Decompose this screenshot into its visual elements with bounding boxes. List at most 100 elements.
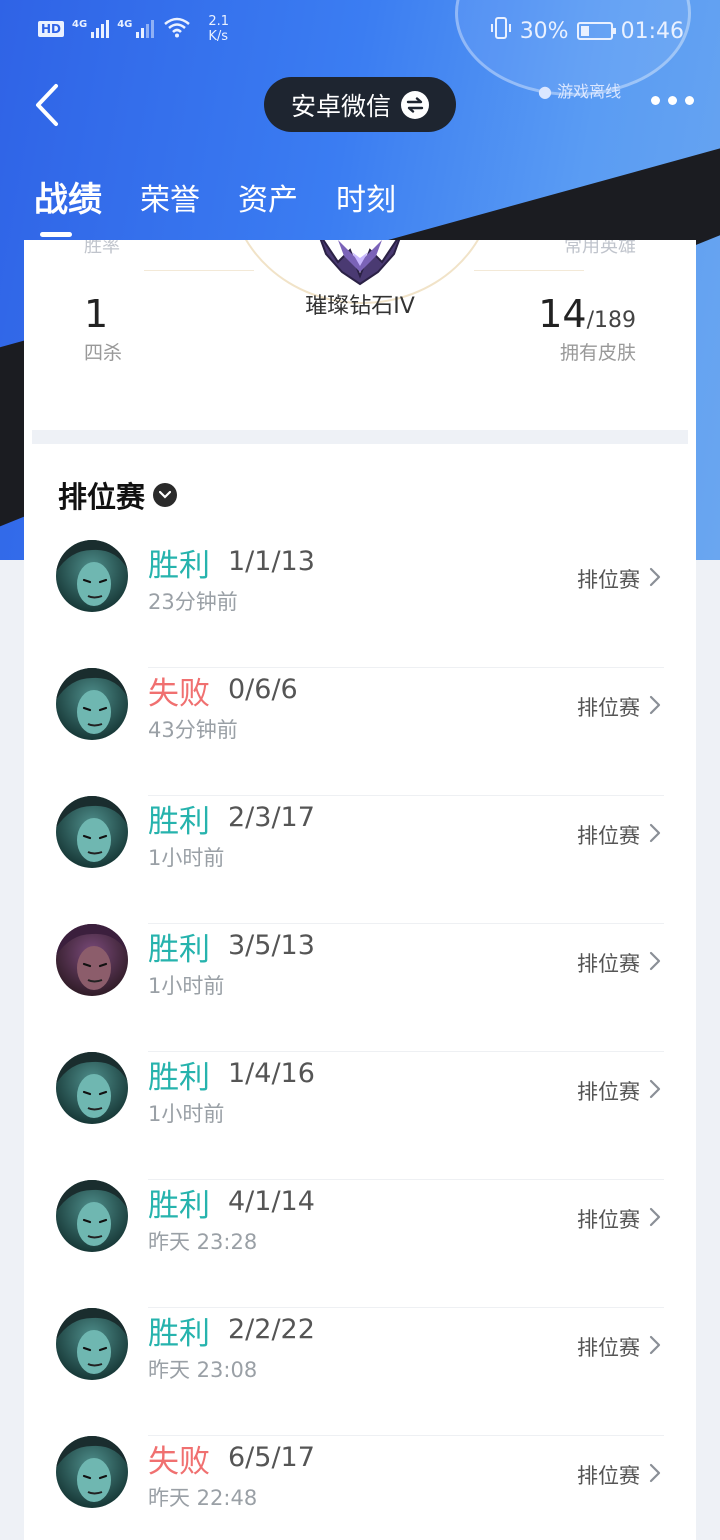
match-result: 胜利 [148,548,210,584]
match-time: 昨天 23:28 [148,1230,258,1254]
match-mode: 排位赛 [577,1464,640,1488]
hero-avatar [56,668,128,740]
hd-badge: HD [38,21,65,37]
match-kda: 2/3/17 [228,802,315,833]
signal-icon [91,20,110,38]
quadra-kills-value: 1 [84,292,109,336]
back-arrow-icon [36,84,58,126]
match-time: 1小时前 [148,1102,225,1126]
chevron-down-icon [153,483,178,507]
match-result: 胜利 [148,804,210,840]
match-row[interactable]: 胜利 4/1/14 昨天 23:28 排位赛 [24,1180,696,1308]
match-kda: 4/1/14 [228,1186,315,1217]
match-row[interactable]: 胜利 1/4/16 1小时前 排位赛 [24,1052,696,1180]
battery-icon [576,22,616,40]
skins-total: /189 [586,308,636,333]
match-list: 胜利 1/1/13 23分钟前 排位赛 失败 0/6/6 43分钟前 排位赛 胜… [24,540,696,1540]
match-row[interactable]: 胜利 2/3/17 1小时前 排位赛 [24,796,696,924]
account-label: 安卓微信 [290,91,391,121]
status-bar: HD 4G 4G 2.1 K/s 30% 01:46 [0,0,720,60]
match-kda: 1/4/16 [228,1058,315,1089]
game-online-status: ● 游戏离线 [538,78,621,102]
match-result: 胜利 [148,1188,210,1224]
skins-stat[interactable]: 14/189 拥有皮肤 [538,292,636,365]
more-dot [668,96,677,105]
more-button[interactable] [651,96,694,105]
hero-avatar [56,1436,128,1508]
match-kda: 3/5/13 [228,930,315,961]
tab-record[interactable]: 战绩 [34,172,102,237]
hero-avatar [56,1180,128,1252]
signal-icon [136,20,155,38]
battery-level [580,26,589,36]
match-mode: 排位赛 [577,1208,640,1232]
chevron-right-icon [649,695,661,715]
chevron-right-icon [649,567,661,587]
hero-avatar [56,540,128,612]
match-result: 胜利 [148,932,210,968]
quadra-kills-stat: 1 四杀 [84,292,122,365]
match-mode: 排位赛 [577,1080,640,1104]
hero-avatar [56,1308,128,1380]
match-result: 失败 [148,1444,210,1480]
chevron-right-icon [649,1463,661,1483]
match-type-selector[interactable]: 排位赛 [58,474,178,516]
status-dot-icon: ● [538,82,552,101]
match-row[interactable]: 胜利 2/2/22 昨天 23:08 排位赛 [24,1308,696,1436]
match-time: 43分钟前 [148,718,238,742]
match-mode: 排位赛 [577,952,640,976]
section-divider [32,430,688,444]
match-result: 失败 [148,676,210,712]
win-rate-label: 胜率 [84,240,120,257]
hero-avatar [56,924,128,996]
chevron-right-icon [649,1207,661,1227]
hero-avatar [56,796,128,868]
match-time: 1小时前 [148,846,225,870]
back-button[interactable] [28,80,68,130]
chevron-right-icon [649,1079,661,1099]
match-time: 昨天 22:48 [148,1486,258,1510]
match-row[interactable]: 胜利 3/5/13 1小时前 排位赛 [24,924,696,1052]
network-speed: 2.1 K/s [208,14,229,44]
network-type-1: 4G [72,18,88,30]
hero-avatar [56,1052,128,1124]
match-kda: 6/5/17 [228,1442,315,1473]
tab-honor[interactable]: 荣誉 [140,175,200,224]
diamond-rank-emblem-icon [319,240,401,286]
match-mode: 排位赛 [577,696,640,720]
quadra-kills-label: 四杀 [84,342,123,364]
more-dot [685,96,694,105]
match-result: 胜利 [148,1060,210,1096]
network-speed-unit: K/s [208,29,229,44]
switch-icon [401,90,429,119]
match-row[interactable]: 失败 0/6/6 43分钟前 排位赛 [24,668,696,796]
network-type-2: 4G [117,18,133,30]
tab-moments[interactable]: 时刻 [336,175,396,224]
network-speed-value: 2.1 [208,14,230,29]
chevron-right-icon [649,951,661,971]
match-row[interactable]: 失败 6/5/17 昨天 22:48 排位赛 [24,1436,696,1540]
record-card: 胜率 常用英雄 璀璨钻石IV 1 四杀 14/189 拥有皮肤 排位赛 胜利 1… [24,240,696,1540]
section-title: 排位赛 [58,480,146,514]
match-row[interactable]: 胜利 1/1/13 23分钟前 排位赛 [24,540,696,668]
match-kda: 1/1/13 [228,546,315,577]
match-time: 23分钟前 [148,590,238,614]
chevron-right-icon [649,823,661,843]
match-time: 1小时前 [148,974,225,998]
stats-panel: 胜率 常用英雄 璀璨钻石IV 1 四杀 14/189 拥有皮肤 [24,240,696,430]
skins-owned: 14 [538,292,587,336]
more-dots-icon [651,96,660,105]
match-mode: 排位赛 [577,1336,640,1360]
chevron-right-icon [649,1335,661,1355]
account-switch-button[interactable]: 安卓微信 [264,77,456,132]
divider-line [144,270,254,271]
tab-assets[interactable]: 资产 [238,175,298,224]
divider-line [474,270,584,271]
match-kda: 2/2/22 [228,1314,315,1345]
wifi-icon [162,16,192,42]
vibrate-icon [490,16,512,46]
match-mode: 排位赛 [577,568,640,592]
profile-tabs: 战绩 荣誉 资产 时刻 [34,172,396,237]
match-result: 胜利 [148,1316,210,1352]
match-mode: 排位赛 [577,824,640,848]
